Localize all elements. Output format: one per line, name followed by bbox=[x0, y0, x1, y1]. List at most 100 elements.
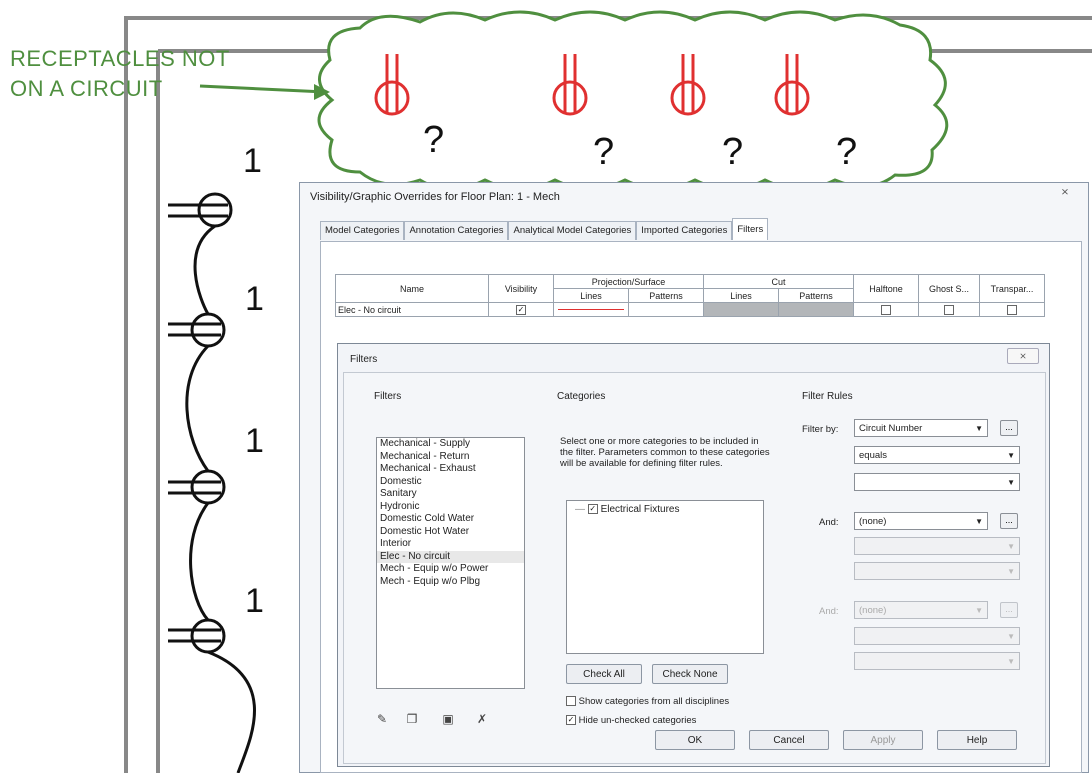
transparent-checkbox[interactable] bbox=[1007, 304, 1017, 315]
callout-line-2: ON A CIRCUIT bbox=[10, 76, 163, 101]
ghost-checkbox[interactable] bbox=[944, 304, 954, 315]
col-header-transparent: Transpar... bbox=[979, 274, 1045, 303]
close-icon[interactable]: ⨯ bbox=[1050, 185, 1080, 201]
chevron-down-icon: ▼ bbox=[1007, 657, 1015, 666]
transparent-cell[interactable] bbox=[979, 302, 1045, 317]
apply-button[interactable]: Apply bbox=[843, 730, 923, 750]
ok-button[interactable]: OK bbox=[655, 730, 735, 750]
operator-select[interactable]: equals ▼ bbox=[854, 446, 1020, 464]
filters-list[interactable]: Mechanical - Supply Mechanical - Return … bbox=[376, 437, 525, 689]
show-all-disciplines-checkbox[interactable] bbox=[566, 696, 576, 707]
and-ellipsis-button-1[interactable]: ... bbox=[1000, 513, 1018, 529]
col-header-projection: Projection/Surface bbox=[553, 274, 704, 289]
list-item[interactable]: Hydronic bbox=[377, 501, 524, 514]
question-mark-1: ? bbox=[423, 119, 444, 161]
receptacle-circuited-3 bbox=[168, 469, 226, 505]
and-select-2[interactable]: (none) ▼ bbox=[854, 601, 988, 619]
ghost-cell[interactable] bbox=[918, 302, 980, 317]
and-value-input-1[interactable]: ▼ bbox=[854, 562, 1020, 580]
question-mark-4: ? bbox=[836, 131, 857, 173]
value-input[interactable]: ▼ bbox=[854, 473, 1020, 491]
chevron-down-icon: ▼ bbox=[1007, 478, 1015, 487]
cancel-button[interactable]: Cancel bbox=[749, 730, 829, 750]
chevron-down-icon: ▼ bbox=[1007, 542, 1015, 551]
check-none-button[interactable]: Check None bbox=[652, 664, 728, 684]
duplicate-filter-icon[interactable]: ❐ bbox=[404, 712, 420, 726]
filter-rules-section-label: Filter Rules bbox=[802, 391, 853, 402]
halftone-checkbox[interactable] bbox=[881, 304, 891, 315]
col-header-halftone: Halftone bbox=[853, 274, 919, 303]
receptacle-circuited-4 bbox=[168, 618, 226, 654]
list-item-selected[interactable]: Elec - No circuit bbox=[377, 550, 524, 563]
category-checkbox[interactable]: ✓ bbox=[587, 504, 598, 515]
filter-by-ellipsis-button[interactable]: ... bbox=[1000, 420, 1018, 436]
col-header-proj-patterns: Patterns bbox=[628, 288, 704, 303]
filters-dialog-body: Filters Categories Filter Rules Mechanic… bbox=[343, 372, 1046, 764]
and-value-2: (none) bbox=[859, 605, 887, 616]
visibility-cell[interactable]: ✓ bbox=[488, 302, 554, 317]
show-all-disciplines-label: Show categories from all disciplines bbox=[578, 696, 730, 707]
rename-filter-icon[interactable]: ▣ bbox=[440, 712, 456, 726]
chevron-down-icon: ▼ bbox=[975, 424, 983, 433]
col-header-visibility: Visibility bbox=[488, 274, 554, 303]
hide-unchecked-option[interactable]: ✓ Hide un-checked categories bbox=[566, 715, 696, 726]
list-item[interactable]: Sanitary bbox=[377, 488, 524, 501]
chevron-down-icon: ▼ bbox=[975, 606, 983, 615]
tree-item[interactable]: — ✓ Electrical Fixtures bbox=[567, 501, 763, 515]
and-ellipsis-button-2[interactable]: ... bbox=[1000, 602, 1018, 618]
filters-close-icon[interactable]: ⨯ bbox=[1007, 348, 1039, 364]
col-header-cut-lines: Lines bbox=[703, 288, 779, 303]
delete-filter-icon[interactable]: ✗ bbox=[474, 712, 490, 726]
new-filter-icon[interactable]: ✎ bbox=[374, 712, 390, 726]
circuit-number-1: 1 bbox=[243, 142, 262, 180]
and-select-1[interactable]: (none) ▼ bbox=[854, 512, 988, 530]
halftone-cell[interactable] bbox=[853, 302, 919, 317]
tab-model-categories[interactable]: Model Categories bbox=[320, 221, 405, 240]
proj-lines-cell[interactable] bbox=[553, 302, 629, 317]
tab-imported-categories[interactable]: Imported Categories bbox=[636, 221, 733, 240]
filters-section-label: Filters bbox=[374, 391, 402, 402]
visibility-checkbox[interactable]: ✓ bbox=[516, 304, 526, 315]
list-item[interactable]: Mech - Equip w/o Power bbox=[377, 563, 524, 576]
help-button[interactable]: Help bbox=[937, 730, 1017, 750]
col-header-name: Name bbox=[335, 274, 489, 303]
list-item[interactable]: Mechanical - Supply bbox=[377, 438, 524, 451]
list-item[interactable]: Mech - Equip w/o Plbg bbox=[377, 576, 524, 589]
circuit-number-2: 1 bbox=[245, 280, 264, 318]
col-header-proj-lines: Lines bbox=[553, 288, 629, 303]
hide-unchecked-checkbox[interactable]: ✓ bbox=[566, 715, 576, 726]
list-item[interactable]: Mechanical - Exhaust bbox=[377, 463, 524, 476]
list-item[interactable]: Domestic bbox=[377, 476, 524, 489]
table-row[interactable]: Elec - No circuit ✓ bbox=[335, 302, 1045, 317]
filters-dialog: Filters ⨯ Filters Categories Filter Rule… bbox=[337, 343, 1050, 767]
cut-lines-cell bbox=[703, 302, 779, 317]
callout-line-1: RECEPTACLES NOT bbox=[10, 46, 230, 71]
and-operator-select-2[interactable]: ▼ bbox=[854, 627, 1020, 645]
list-item[interactable]: Interior bbox=[377, 538, 524, 551]
chevron-down-icon: ▼ bbox=[1007, 632, 1015, 641]
check-all-button[interactable]: Check All bbox=[566, 664, 642, 684]
list-item[interactable]: Domestic Cold Water bbox=[377, 513, 524, 526]
show-all-disciplines-option[interactable]: Show categories from all disciplines bbox=[566, 696, 729, 707]
list-item[interactable]: Domestic Hot Water bbox=[377, 526, 524, 539]
col-header-cut-patterns: Patterns bbox=[778, 288, 854, 303]
chevron-down-icon: ▼ bbox=[1007, 451, 1015, 460]
and-value-input-2[interactable]: ▼ bbox=[854, 652, 1020, 670]
filter-by-select[interactable]: Circuit Number ▼ bbox=[854, 419, 988, 437]
list-item[interactable]: Mechanical - Return bbox=[377, 451, 524, 464]
receptacle-circuited-1 bbox=[168, 192, 233, 228]
tab-bar: Model Categories Annotation Categories A… bbox=[320, 218, 769, 241]
tab-analytical-model-categories[interactable]: Analytical Model Categories bbox=[508, 221, 637, 240]
row-name[interactable]: Elec - No circuit bbox=[335, 302, 489, 317]
and-operator-select-1[interactable]: ▼ bbox=[854, 537, 1020, 555]
proj-patterns-cell[interactable] bbox=[628, 302, 704, 317]
chevron-down-icon: ▼ bbox=[975, 517, 983, 526]
filters-dialog-title: Filters bbox=[350, 354, 378, 365]
categories-tree[interactable]: — ✓ Electrical Fixtures bbox=[566, 500, 764, 654]
tab-annotation-categories[interactable]: Annotation Categories bbox=[404, 221, 509, 240]
tab-filters[interactable]: Filters bbox=[732, 218, 769, 240]
cut-patterns-cell bbox=[778, 302, 854, 317]
operator-value: equals bbox=[859, 450, 887, 461]
col-header-ghost: Ghost S... bbox=[918, 274, 980, 303]
and-label-2: And: bbox=[819, 606, 839, 617]
